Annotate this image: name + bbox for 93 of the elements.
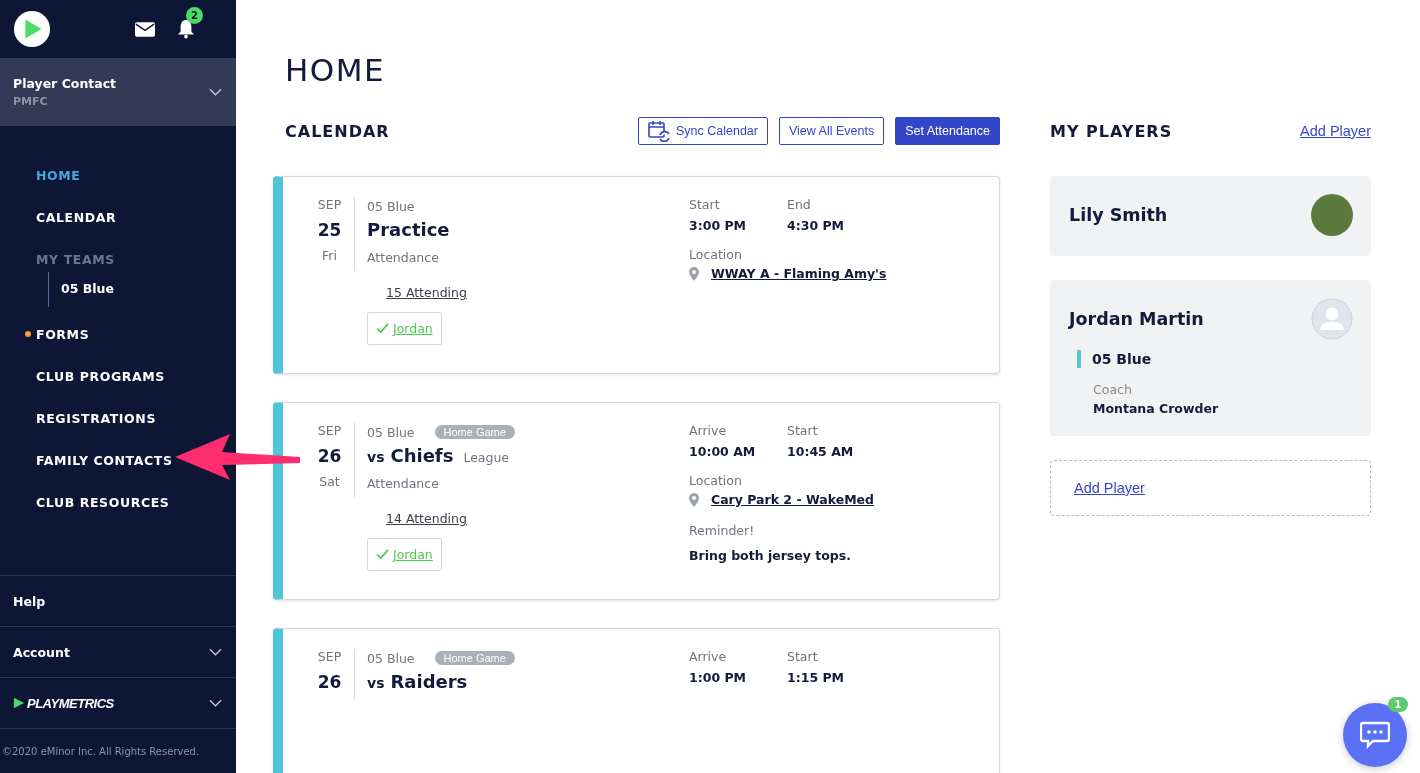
time-label: Arrive (689, 649, 728, 664)
player-card[interactable]: Jordan Martin 05 Blue Coach Montana Crowder (1050, 280, 1371, 436)
mail-icon[interactable] (135, 21, 155, 37)
brand-name[interactable]: PLAYMETRICS (27, 695, 114, 711)
calendar-sync-icon (647, 120, 670, 142)
toolbar-button[interactable]: Set Attendance (895, 117, 1000, 145)
page-title: HOME (285, 52, 387, 88)
copyright-text: ©2020 eMinor Inc. All Rights Reserved. (0, 728, 236, 773)
section-title: CALENDAR (285, 121, 390, 141)
time-value: 10:45 AM (787, 444, 855, 459)
event-card[interactable]: SEP 26 05 Blue Home Game vs Raiders Arrive 1:00 PM Start 1:15 PM (273, 628, 1000, 773)
attending-link[interactable]: 14 Attending (386, 511, 689, 526)
nav-link[interactable]: FAMILY CONTACTS (36, 452, 173, 468)
location-label: Location (689, 473, 743, 488)
nav-link[interactable]: CALENDAR (36, 209, 117, 225)
event-title: Raiders (390, 671, 468, 692)
event-card[interactable]: SEP 26 Sat 05 Blue Home Game vs Chiefs League Attendance 14 Attending Jordan Arrive 10:00 AM Start 10:45 AM Location Cary Park 2 - WakeMed Reminder! Bring both jersey tops. (273, 402, 1000, 600)
location-label: Location (689, 247, 743, 262)
time-label: Start (689, 197, 721, 212)
brand-logo-icon (13, 697, 25, 709)
time-value: 1:15 PM (787, 670, 846, 685)
team-link[interactable]: 05 Blue (61, 272, 236, 305)
player-name: Lily Smith (1069, 205, 1168, 225)
nav-link[interactable]: REGISTRATIONS (36, 410, 156, 426)
event-team: 05 Blue (367, 424, 415, 440)
player-card[interactable]: Lily Smith (1050, 176, 1371, 256)
chevron-down-icon (209, 88, 222, 96)
chat-badge: 1 (1388, 697, 1408, 712)
location-link[interactable]: Cary Park 2 - WakeMed (711, 492, 875, 507)
location-link[interactable]: WWAY A - Flaming Amy's (711, 266, 887, 281)
footer-link[interactable]: Help (13, 593, 46, 609)
notification-badge: 2 (186, 7, 203, 24)
reminder-text: Bring both jersey tops. (689, 548, 852, 563)
toolbar-button[interactable]: Sync Calendar (637, 117, 768, 145)
location-pin-icon (689, 266, 699, 281)
chat-bubble-icon (1360, 721, 1390, 749)
account-switcher[interactable]: Player Contact PMFC (0, 58, 236, 126)
time-value: 3:00 PM (689, 218, 748, 233)
nav-link[interactable]: CLUB RESOURCES (36, 494, 170, 510)
event-day: 25 (317, 220, 342, 240)
event-day: 26 (317, 672, 342, 692)
bell-icon[interactable] (177, 19, 195, 39)
avatar-silhouette-icon (1311, 298, 1353, 340)
versus-label: vs (367, 675, 385, 691)
event-type-badge: Home Game (434, 651, 515, 665)
location-pin-icon (689, 492, 699, 507)
nav-link[interactable]: FORMS (36, 326, 90, 342)
time-value: 4:30 PM (787, 218, 846, 233)
time-label: Arrive (689, 423, 728, 438)
event-team: 05 Blue (367, 650, 415, 666)
event-month: SEP (317, 197, 342, 212)
add-player-link[interactable]: Add Player (1300, 123, 1371, 139)
attendance-label: Attendance (367, 476, 440, 491)
coach-label: Coach (1093, 382, 1133, 397)
event-title: Chiefs (390, 445, 454, 466)
photo-placeholder (1311, 194, 1353, 236)
time-value: 1:00 PM (689, 670, 748, 685)
time-label: End (787, 197, 812, 212)
reminder-label: Reminder! (689, 523, 756, 538)
event-weekday: Sat (319, 474, 340, 489)
event-title: Practice (367, 219, 450, 240)
time-label: Start (787, 423, 819, 438)
check-icon (376, 323, 389, 334)
check-icon (376, 549, 389, 560)
versus-label: vs (367, 449, 385, 465)
chevron-down-icon[interactable] (209, 648, 222, 656)
coach-name: Montana Crowder (1093, 401, 1220, 416)
event-team: 05 Blue (367, 198, 415, 214)
toolbar-button[interactable]: View All Events (778, 117, 885, 145)
event-month: SEP (317, 649, 342, 664)
time-value: 10:00 AM (689, 444, 757, 459)
logo-icon[interactable] (13, 10, 51, 48)
account-name: Player Contact (13, 76, 117, 91)
event-weekday: Fri (322, 248, 337, 263)
event-card[interactable]: SEP 25 Fri 05 Blue Practice Attendance 15 Attending Jordan Start 3:00 PM End 4:30 PM Location WWAY A - Flaming Amy's (273, 176, 1000, 374)
event-subtitle: League (463, 450, 510, 465)
club-name: PMFC (13, 95, 49, 108)
nav-link[interactable]: HOME (36, 167, 81, 183)
footer-link[interactable]: Account (13, 644, 70, 660)
event-month: SEP (317, 423, 342, 438)
attendance-label: Attendance (367, 250, 440, 265)
nav-section-label: MY TEAMS (36, 250, 116, 269)
section-title: MY PLAYERS (1050, 121, 1173, 141)
chevron-down-icon[interactable] (209, 699, 222, 707)
team-color-bar (1077, 350, 1081, 368)
event-type-badge: Home Game (434, 425, 515, 439)
nav-link[interactable]: CLUB PROGRAMS (36, 368, 165, 384)
player-name: Jordan Martin (1069, 309, 1204, 329)
add-player-link[interactable]: Add Player (1074, 480, 1145, 496)
player-team: 05 Blue (1092, 351, 1152, 367)
event-day: 26 (317, 446, 342, 466)
attending-link[interactable]: 15 Attending (386, 285, 689, 300)
time-label: Start (787, 649, 819, 664)
